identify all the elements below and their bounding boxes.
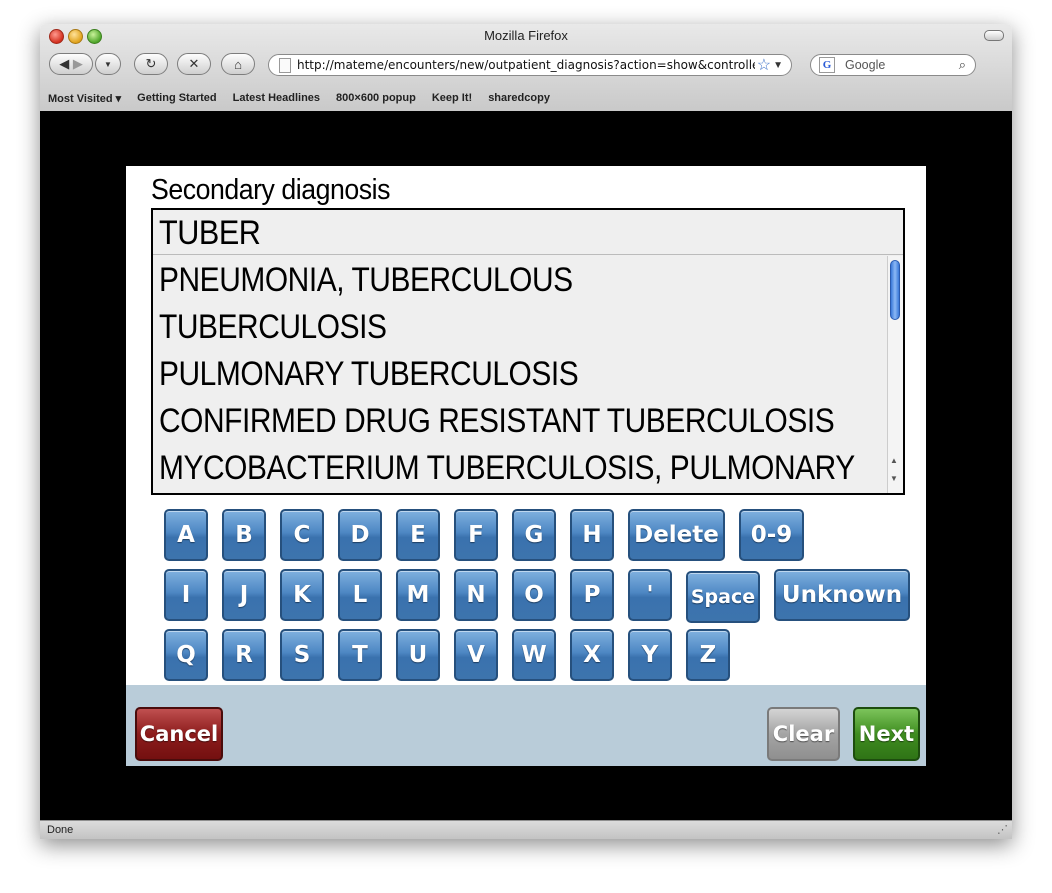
browser-window: Mozilla Firefox ◀ ▶ ▼ ↻ ✕ ⌂ http://matem… (40, 24, 1012, 839)
clear-button[interactable]: Clear (767, 707, 840, 761)
forward-arrow-icon[interactable]: ▶ (73, 56, 83, 72)
key-f[interactable]: F (454, 509, 498, 561)
touchscreen-panel: Secondary diagnosis TUBER PNEUMONIA, TUB… (126, 166, 926, 766)
list-item[interactable]: PNEUMONIA, TUBERCULOUS (159, 256, 793, 303)
space-key[interactable]: Space (686, 571, 760, 623)
key-z[interactable]: Z (686, 629, 730, 681)
list-item[interactable]: MYCOBACTERIUM TUBERCULOSIS, PULMONARY (159, 444, 855, 491)
reload-button[interactable]: ↻ (134, 53, 168, 75)
home-icon: ⌂ (234, 56, 242, 72)
key-b[interactable]: B (222, 509, 266, 561)
key-a[interactable]: A (164, 509, 208, 561)
divider (153, 254, 903, 255)
url-bar[interactable]: http://mateme/encounters/new/outpatient_… (268, 54, 792, 76)
button-bar: Cancel Clear Next (126, 685, 926, 766)
status-bar: Done ⋰ (40, 820, 1012, 839)
key-d[interactable]: D (338, 509, 382, 561)
browser-toolbar: Mozilla Firefox ◀ ▶ ▼ ↻ ✕ ⌂ http://matem… (40, 24, 1012, 112)
search-input[interactable]: Google (845, 58, 959, 72)
key-v[interactable]: V (454, 629, 498, 681)
search-bar[interactable]: G Google ⌕ (810, 54, 976, 76)
key-s[interactable]: S (280, 629, 324, 681)
page-content: Secondary diagnosis TUBER PNEUMONIA, TUB… (40, 111, 1012, 820)
key-j[interactable]: J (222, 569, 266, 621)
key-u[interactable]: U (396, 629, 440, 681)
key-t[interactable]: T (338, 629, 382, 681)
bookmark-sharedcopy[interactable]: sharedcopy (488, 92, 550, 104)
delete-key[interactable]: Delete (628, 509, 725, 561)
history-dropdown-button[interactable]: ▼ (95, 53, 121, 75)
resize-grip-icon[interactable]: ⋰ (997, 823, 1008, 836)
key-y[interactable]: Y (628, 629, 672, 681)
bookmark-latest-headlines[interactable]: Latest Headlines (233, 92, 320, 104)
key-e[interactable]: E (396, 509, 440, 561)
diagnosis-field[interactable]: TUBER PNEUMONIA, TUBERCULOUS TUBERCULOSI… (151, 208, 905, 495)
key-h[interactable]: H (570, 509, 614, 561)
key-r[interactable]: R (222, 629, 266, 681)
bookmarks-toolbar: Most Visited ▾ Getting Started Latest He… (40, 87, 1012, 109)
google-icon[interactable]: G (819, 57, 835, 73)
apostrophe-key[interactable]: ' (628, 569, 672, 621)
key-g[interactable]: G (512, 509, 556, 561)
diagnosis-input[interactable]: TUBER (159, 214, 261, 253)
url-text[interactable]: http://mateme/encounters/new/outpatient_… (297, 58, 755, 72)
cancel-button[interactable]: Cancel (135, 707, 223, 761)
url-dropdown-icon[interactable]: ▼ (773, 60, 783, 71)
search-icon[interactable]: ⌕ (959, 57, 966, 73)
key-x[interactable]: X (570, 629, 614, 681)
key-k[interactable]: K (280, 569, 324, 621)
chevron-down-icon: ▼ (104, 59, 112, 69)
scroll-up-icon[interactable]: ▲ (890, 456, 898, 465)
unknown-key[interactable]: Unknown (774, 569, 910, 621)
status-text: Done (47, 824, 74, 836)
next-button[interactable]: Next (853, 707, 920, 761)
page-icon (279, 57, 291, 73)
scroll-down-icon[interactable]: ▼ (890, 474, 898, 483)
key-o[interactable]: O (512, 569, 556, 621)
key-p[interactable]: P (570, 569, 614, 621)
bookmark-most-visited[interactable]: Most Visited ▾ (48, 92, 121, 105)
bookmark-star-icon[interactable]: ☆ (757, 55, 771, 75)
bookmark-keep-it[interactable]: Keep It! (432, 92, 472, 104)
question-label: Secondary diagnosis (151, 174, 390, 206)
diagnosis-options-list: PNEUMONIA, TUBERCULOUS TUBERCULOSIS PULM… (159, 256, 879, 491)
stop-button[interactable]: ✕ (177, 53, 211, 75)
window-title: Mozilla Firefox (484, 28, 568, 43)
options-scrollbar[interactable]: ▲ ▼ (887, 256, 903, 493)
key-c[interactable]: C (280, 509, 324, 561)
list-item[interactable]: TUBERCULOSIS (159, 303, 793, 350)
key-w[interactable]: W (512, 629, 556, 681)
key-i[interactable]: I (164, 569, 208, 621)
toolbar-toggle-button[interactable] (984, 30, 1004, 41)
key-m[interactable]: M (396, 569, 440, 621)
bookmark-popup[interactable]: 800×600 popup (336, 92, 416, 104)
home-button[interactable]: ⌂ (221, 53, 255, 75)
list-item[interactable]: CONFIRMED DRUG RESISTANT TUBERCULOSIS (159, 397, 835, 444)
key-n[interactable]: N (454, 569, 498, 621)
back-forward-buttons[interactable]: ◀ ▶ (49, 53, 93, 75)
back-arrow-icon[interactable]: ◀ (59, 56, 69, 72)
key-q[interactable]: Q (164, 629, 208, 681)
reload-icon: ↻ (145, 56, 157, 71)
list-item[interactable]: PULMONARY TUBERCULOSIS (159, 350, 793, 397)
numeric-key[interactable]: 0-9 (739, 509, 804, 561)
stop-icon: ✕ (188, 56, 200, 71)
bookmark-getting-started[interactable]: Getting Started (137, 92, 216, 104)
scrollbar-thumb[interactable] (890, 260, 900, 320)
key-l[interactable]: L (338, 569, 382, 621)
